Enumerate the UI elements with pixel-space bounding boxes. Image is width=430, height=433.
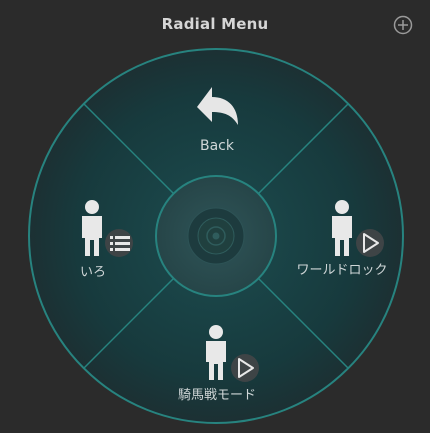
menu-item-label: いろ (80, 265, 106, 280)
menu-item-label: ワールドロック (296, 263, 387, 278)
menu-item-label: Back (200, 138, 235, 154)
center-button[interactable] (155, 175, 277, 297)
radial-menu: Back いろ ワールドロック 騎馬戦モード (28, 48, 404, 424)
radial-menu-window: Radial Menu Back いろ ワールドロック 騎馬戦モード (0, 0, 430, 433)
list-icon (105, 229, 133, 257)
menu-item-label: 騎馬戦モード (178, 388, 256, 403)
play-icon (231, 354, 259, 382)
play-icon (356, 229, 384, 257)
target-icon (187, 207, 245, 265)
